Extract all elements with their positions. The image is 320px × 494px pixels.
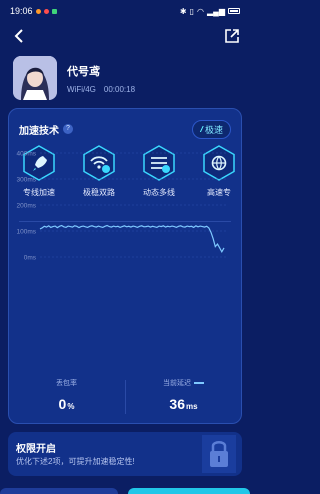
wifi-icon: ◠ <box>197 6 205 16</box>
latency-chart: 400ms 300ms 200ms 100ms 0ms <box>16 151 228 262</box>
latency-stat: 当前延迟 36ms <box>125 378 242 412</box>
chart-y-tick-label: 300ms <box>16 177 36 184</box>
latency-value-wrap: 36ms <box>125 396 242 412</box>
packet-loss-value: 0 <box>58 396 67 412</box>
permission-card[interactable]: 权限开启 优化下述2项，可提升加速稳定性! <box>8 432 242 476</box>
latency-value: 36 <box>169 396 185 412</box>
vibrate-icon: ▯ <box>189 6 195 16</box>
bottom-left-button[interactable] <box>0 488 118 494</box>
latency-unit: ms <box>186 402 198 411</box>
latency-label-wrap: 当前延迟 <box>125 378 242 388</box>
tech-title-wrap: 加速技术 ? <box>19 122 73 137</box>
notification-dot-icon <box>35 8 41 14</box>
stats-row: 丢包率 0% 当前延迟 36ms <box>8 378 242 422</box>
help-icon[interactable]: ? <box>63 124 73 134</box>
network-type: WiFi/4G <box>67 84 96 94</box>
game-card: 代号鸢 WiFi/4G 00:00:18 <box>13 56 135 100</box>
chart-y-tick-label: 200ms <box>16 203 36 210</box>
tech-header: 加速技术 ? /// 极速 <box>19 119 231 139</box>
game-title: 代号鸢 <box>67 65 100 78</box>
packet-loss-label: 丢包率 <box>56 380 77 387</box>
legend-line-icon <box>194 382 204 384</box>
bolt-icon: /// <box>200 124 202 134</box>
game-meta: WiFi/4G 00:00:18 <box>67 85 135 94</box>
top-nav <box>0 26 250 48</box>
game-info: 代号鸢 WiFi/4G 00:00:18 <box>67 63 135 94</box>
game-avatar <box>13 56 57 100</box>
status-left: 19:06 <box>10 6 57 16</box>
chart-y-tick-label: 400ms <box>16 151 36 158</box>
chevron-left-icon[interactable] <box>12 28 26 44</box>
packet-loss-unit: % <box>67 402 75 411</box>
lock-icon <box>202 435 236 473</box>
chart-y-tick-label: 100ms <box>16 229 36 236</box>
chart-y-tick-label: 0ms <box>24 255 37 262</box>
vpn-shield-icon <box>51 8 57 14</box>
status-time: 19:06 <box>10 6 33 16</box>
latency-label: 当前延迟 <box>163 380 191 387</box>
packet-loss-stat: 丢包率 0% <box>8 378 125 412</box>
acceleration-duration: 00:00:18 <box>103 84 136 94</box>
bluetooth-icon: ✱ <box>179 6 187 16</box>
external-link-icon[interactable] <box>224 28 240 44</box>
signal-icon: ▂▄▆ <box>207 6 225 16</box>
status-right: ✱ ▯ ◠ ▂▄▆ <box>180 7 240 16</box>
permission-desc: 优化下述2项，可提升加速稳定性! <box>16 457 135 466</box>
game-character-image <box>13 56 57 100</box>
battery-icon <box>228 8 240 14</box>
speed-mode-badge[interactable]: /// 极速 <box>192 119 231 139</box>
latency-series-line <box>39 224 225 254</box>
notification-dot-icon <box>43 8 49 14</box>
speed-mode-label: 极速 <box>204 124 223 135</box>
tech-title: 加速技术 <box>19 125 59 137</box>
bottom-right-button[interactable] <box>128 488 250 494</box>
packet-loss-value-wrap: 0% <box>8 396 125 412</box>
status-bar: 19:06 ✱ ▯ ◠ ▂▄▆ <box>0 0 250 22</box>
permission-title: 权限开启 <box>16 444 56 455</box>
